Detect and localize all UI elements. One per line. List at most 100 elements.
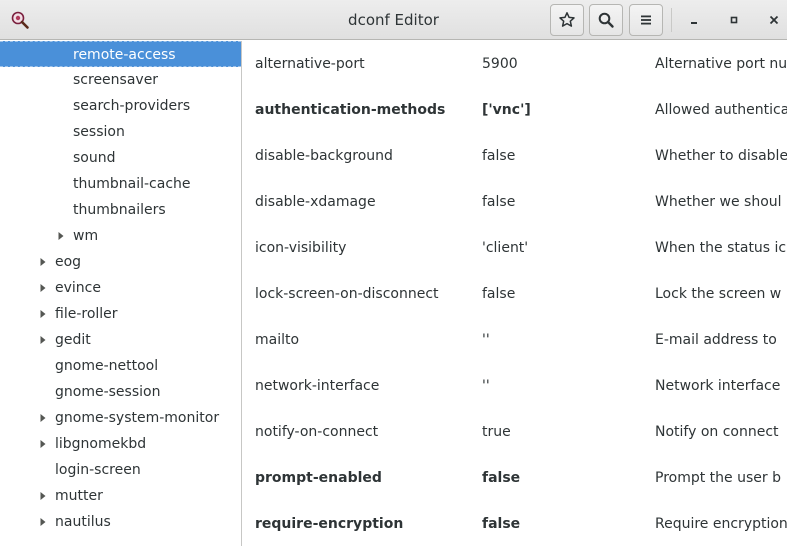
sidebar-item-label: nautilus xyxy=(55,514,111,530)
key-summary: Whether to disable xyxy=(655,148,787,164)
sidebar-item-file-roller[interactable]: file-roller xyxy=(0,301,241,327)
sidebar-item-label: wm xyxy=(73,228,99,244)
sidebar-item-label: gnome-system-monitor xyxy=(55,410,220,426)
sidebar-item-label: eog xyxy=(55,254,82,270)
expand-arrow-icon[interactable] xyxy=(38,327,48,353)
maximize-button[interactable] xyxy=(720,6,748,34)
key-row-authentication-methods[interactable]: authentication-methods ['vnc'] Allowed aut… xyxy=(243,87,787,133)
maximize-icon xyxy=(730,16,738,24)
key-summary: Alternative port nu xyxy=(655,56,787,72)
sidebar-item-label: file-roller xyxy=(55,306,118,322)
sidebar-item-eog[interactable]: eog xyxy=(0,249,241,275)
key-value: '' xyxy=(482,332,490,348)
sidebar-item-libgnomekbd[interactable]: libgnomekbd xyxy=(0,431,241,457)
sidebar-item-label: sound xyxy=(73,150,116,166)
expand-arrow-icon[interactable] xyxy=(38,275,48,301)
sidebar-item-label: thumbnailers xyxy=(73,202,166,218)
key-value: true xyxy=(482,424,511,440)
sidebar-item-sound[interactable]: sound xyxy=(0,145,241,171)
sidebar-item-gnome-system-monitor[interactable]: gnome-system-monitor xyxy=(0,405,241,431)
sidebar-item-label: evince xyxy=(55,280,101,296)
key-name: alternative-port xyxy=(255,56,365,72)
sidebar-item-screensaver[interactable]: screensaver xyxy=(0,67,241,93)
menu-button[interactable] xyxy=(629,4,663,36)
key-summary: E-mail address to xyxy=(655,332,777,348)
sidebar-item-nautilus[interactable]: nautilus xyxy=(0,509,241,535)
key-name: disable-xdamage xyxy=(255,194,376,210)
sidebar-item-gnome-session[interactable]: gnome-session xyxy=(0,379,241,405)
key-summary: Network interface xyxy=(655,378,781,394)
sidebar-item-thumbnail-cache[interactable]: thumbnail-cache xyxy=(0,171,241,197)
key-summary: When the status ic xyxy=(655,240,787,256)
sidebar-item-gedit[interactable]: gedit xyxy=(0,327,241,353)
key-name: disable-background xyxy=(255,148,393,164)
key-value: 'client' xyxy=(482,240,529,256)
key-name: notify-on-connect xyxy=(255,424,379,440)
key-row-lock-screen-on-disconnect[interactable]: lock-screen-on-disconnect false Lock the s… xyxy=(243,271,787,317)
hamburger-menu-icon xyxy=(641,15,651,25)
key-summary: Allowed authentica xyxy=(655,102,787,118)
sidebar-item-session[interactable]: session xyxy=(0,119,241,145)
key-row-disable-xdamage[interactable]: disable-xdamage false Whether we shoul xyxy=(243,179,787,225)
expand-arrow-icon[interactable] xyxy=(38,249,48,275)
sidebar-item-label: libgnomekbd xyxy=(55,436,147,452)
key-summary: Whether we shoul xyxy=(655,194,782,210)
minimize-button[interactable] xyxy=(680,6,708,34)
sidebar-item-thumbnailers[interactable]: thumbnailers xyxy=(0,197,241,223)
key-name: require-encryption xyxy=(255,516,404,532)
sidebar-item-label: session xyxy=(73,124,125,140)
sidebar-item-evince[interactable]: evince xyxy=(0,275,241,301)
key-value: false xyxy=(482,148,516,164)
sidebar-item-gnome-nettool[interactable]: gnome-nettool xyxy=(0,353,241,379)
key-summary: Lock the screen w xyxy=(655,286,782,302)
star-icon xyxy=(559,12,575,27)
key-value: false xyxy=(482,286,516,302)
sidebar-item-label: remote-access xyxy=(73,47,176,63)
key-value: false xyxy=(482,470,521,486)
key-summary: Notify on connect xyxy=(655,424,779,440)
key-name: prompt-enabled xyxy=(255,470,382,486)
key-name: mailto xyxy=(255,332,300,348)
sidebar-item-label: thumbnail-cache xyxy=(73,176,191,192)
close-button[interactable] xyxy=(760,6,787,34)
sidebar-item-mutter[interactable]: mutter xyxy=(0,483,241,509)
close-icon xyxy=(769,15,779,25)
sidebar-item-label: login-screen xyxy=(55,462,141,478)
expand-arrow-icon[interactable] xyxy=(38,483,48,509)
expand-arrow-icon[interactable] xyxy=(38,509,48,535)
expand-arrow-icon[interactable] xyxy=(38,405,48,431)
sidebar-item-label: search-providers xyxy=(73,98,191,114)
schema-tree-sidebar: remote-access screensaver search-providers… xyxy=(0,41,242,546)
key-row-disable-background[interactable]: disable-background false Whether to disabl… xyxy=(243,133,787,179)
dconf-editor-icon xyxy=(10,10,30,30)
bookmark-button[interactable] xyxy=(550,4,584,36)
header-separator xyxy=(671,8,672,32)
key-row-icon-visibility[interactable]: icon-visibility 'client' When the status i… xyxy=(243,225,787,271)
sidebar-item-search-providers[interactable]: search-providers xyxy=(0,93,241,119)
expand-arrow-icon[interactable] xyxy=(38,301,48,327)
sidebar-item-label: screensaver xyxy=(73,72,159,88)
key-row-notify-on-connect[interactable]: notify-on-connect true Notify on connect xyxy=(243,409,787,455)
key-name: authentication-methods xyxy=(255,102,446,118)
key-name: icon-visibility xyxy=(255,240,347,256)
key-row-network-interface[interactable]: network-interface '' Network interface xyxy=(243,363,787,409)
sidebar-item-label: gedit xyxy=(55,332,91,348)
key-value: false xyxy=(482,516,521,532)
key-value: '' xyxy=(482,378,490,394)
key-row-require-encryption[interactable]: require-encryption false Require encryptio… xyxy=(243,501,787,546)
sidebar-item-wm[interactable]: wm xyxy=(0,223,241,249)
search-button[interactable] xyxy=(589,4,623,36)
expand-arrow-icon[interactable] xyxy=(38,431,48,457)
sidebar-item-login-screen[interactable]: login-screen xyxy=(0,457,241,483)
sidebar-item-label: gnome-session xyxy=(55,384,161,400)
sidebar-item-label: mutter xyxy=(55,488,103,504)
key-name: network-interface xyxy=(255,378,380,394)
key-row-prompt-enabled[interactable]: prompt-enabled false Prompt the user b xyxy=(243,455,787,501)
minimize-icon xyxy=(691,22,697,24)
header-bar: dconf Editor xyxy=(0,0,787,40)
key-row-alternative-port[interactable]: alternative-port 5900 Alternative port nu xyxy=(243,41,787,87)
expand-arrow-icon[interactable] xyxy=(56,223,66,249)
keys-list: alternative-port 5900 Alternative port nu a… xyxy=(243,41,787,546)
sidebar-item-remote-access[interactable]: remote-access xyxy=(0,41,241,67)
key-row-mailto[interactable]: mailto '' E-mail address to xyxy=(243,317,787,363)
